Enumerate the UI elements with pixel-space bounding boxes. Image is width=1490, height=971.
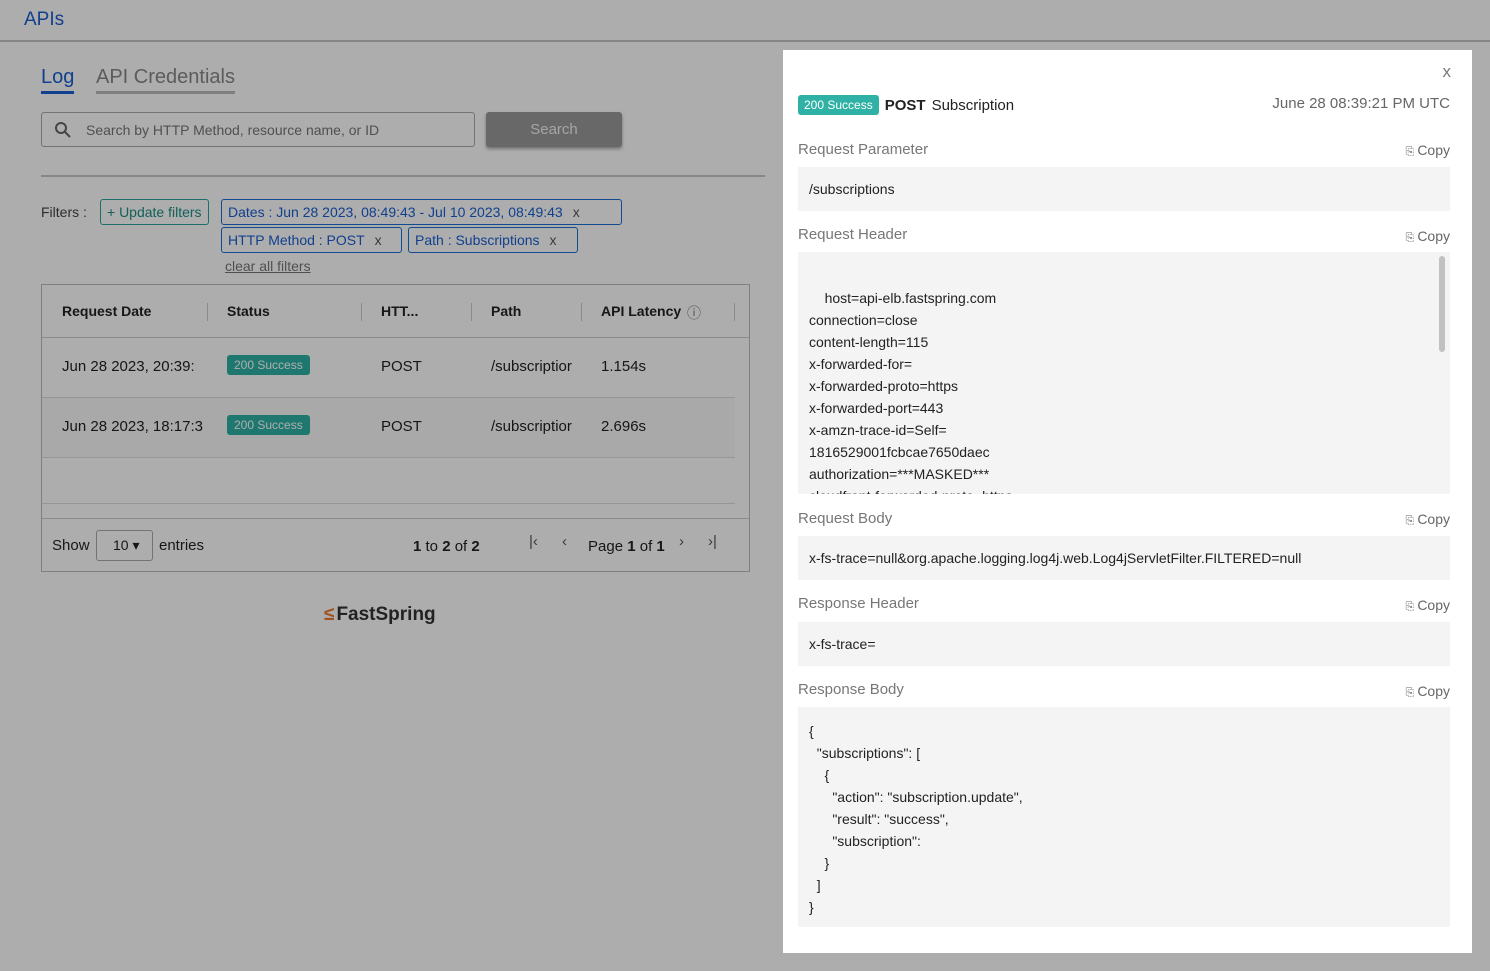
copy-label: Copy [1417, 683, 1450, 699]
copy-label: Copy [1417, 142, 1450, 158]
close-icon[interactable]: x [1443, 62, 1452, 82]
http-method: POST [884, 96, 926, 114]
copy-icon: ⎘ [1405, 146, 1415, 158]
copy-label: Copy [1417, 228, 1450, 244]
request-detail-panel: x 200 Success POST Subscription June 28 … [783, 50, 1472, 953]
scrollbar-thumb[interactable] [1439, 256, 1445, 352]
copy-icon: ⎘ [1405, 601, 1415, 613]
section-title-request-header: Request Header [798, 226, 908, 243]
section-title-response-body: Response Body [798, 681, 904, 698]
copy-response-body-button[interactable]: ⎘ Copy [1406, 683, 1451, 700]
resource-name: Subscription [931, 96, 1015, 114]
section-title-response-header: Response Header [798, 595, 919, 612]
status-badge: 200 Success [798, 95, 879, 115]
copy-request-header-button[interactable]: ⎘ Copy [1406, 228, 1451, 245]
request-parameter-box: /subscriptions [798, 167, 1450, 211]
copy-label: Copy [1417, 511, 1450, 527]
copy-icon: ⎘ [1405, 687, 1415, 699]
section-title-request-body: Request Body [798, 510, 893, 527]
copy-icon: ⎘ [1405, 232, 1415, 244]
request-header-box: host=api-elb.fastspring.com connection=c… [798, 252, 1450, 494]
copy-request-parameter-button[interactable]: ⎘ Copy [1406, 142, 1451, 159]
section-title-request-parameter: Request Parameter [798, 141, 929, 158]
copy-label: Copy [1417, 597, 1450, 613]
response-body-box: { "subscriptions": [ { "action": "subscr… [798, 707, 1450, 927]
request-header-text: host=api-elb.fastspring.com connection=c… [809, 290, 1013, 494]
response-header-box: x-fs-trace= [798, 622, 1450, 666]
request-body-box: x-fs-trace=null&org.apache.logging.log4j… [798, 536, 1450, 580]
copy-request-body-button[interactable]: ⎘ Copy [1406, 511, 1451, 528]
detail-header: 200 Success POST Subscription [798, 94, 1014, 116]
request-timestamp: June 28 08:39:21 PM UTC [1272, 95, 1450, 112]
copy-response-header-button[interactable]: ⎘ Copy [1406, 597, 1451, 614]
copy-icon: ⎘ [1405, 515, 1415, 527]
